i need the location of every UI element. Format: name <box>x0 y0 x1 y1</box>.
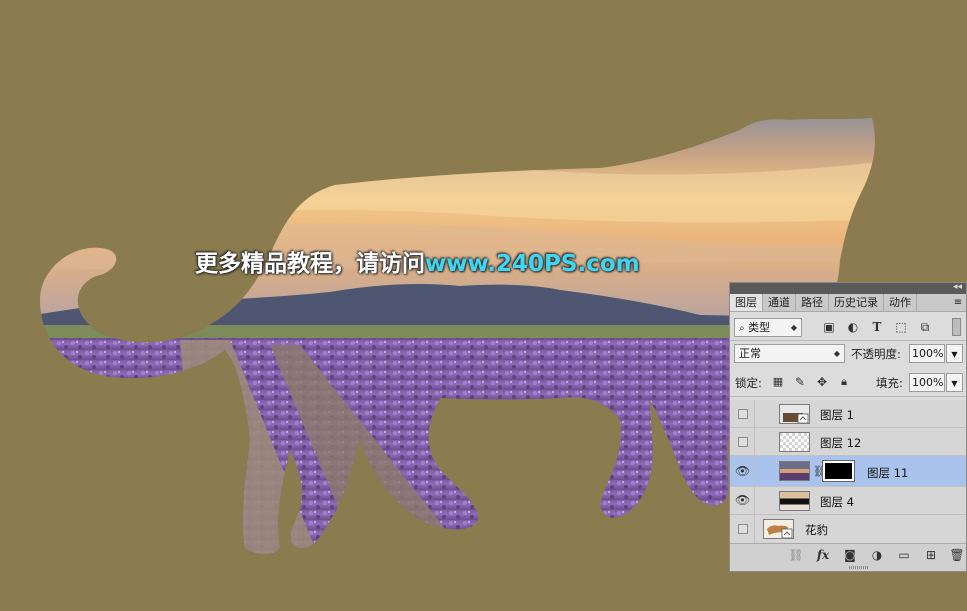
lock-transparent-icon[interactable]: ▦ <box>771 375 785 389</box>
chevron-down-icon: ▼ <box>951 350 958 359</box>
visibility-toggle[interactable] <box>738 409 748 419</box>
fill-label: 填充: <box>876 376 903 390</box>
tab-paths[interactable]: 路径 <box>796 294 829 311</box>
filter-kind-label: 类型 <box>748 321 771 334</box>
filter-row: ⌕ 类型 ◆ ▣ ◐ T ⬚ ⧉ <box>730 314 966 340</box>
layer-row[interactable]: 图层 12 <box>730 428 966 456</box>
opacity-field[interactable]: 100% <box>909 344 945 363</box>
filter-adjustment-icon[interactable]: ◐ <box>846 320 860 334</box>
fill-value: 100% <box>912 376 944 389</box>
layer-list: 图层 1 图层 12 👁︎ ⛓ 图层 11 👁︎ 图层 4 花豹 <box>730 400 966 544</box>
mask-icon[interactable]: ◙ <box>842 548 858 562</box>
group-folder-icon[interactable]: ▭ <box>896 548 912 562</box>
blend-mode-value: 正常 <box>739 347 761 360</box>
opacity-label: 不透明度: <box>851 347 901 361</box>
visibility-toggle[interactable] <box>738 437 748 447</box>
divider <box>754 400 755 427</box>
lock-all-icon[interactable]: 🔒︎ <box>837 375 851 389</box>
layer-name[interactable]: 花豹 <box>805 522 828 538</box>
divider <box>754 487 755 514</box>
watermark-text: 更多精品教程，请访问www.240PS.com <box>195 244 640 278</box>
layer-row[interactable]: 👁︎ 图层 4 <box>730 487 966 515</box>
layer-row[interactable]: 花豹 <box>730 515 966 543</box>
chevron-down-icon: ▼ <box>951 379 958 388</box>
visibility-toggle[interactable] <box>738 524 748 534</box>
panel-menu-icon[interactable]: ≡ <box>950 294 966 311</box>
fill-field[interactable]: 100% <box>909 373 945 392</box>
divider <box>754 456 755 486</box>
panel-bottom-bar: ⛓ fx ◙ ◑ ▭ ⊞ 🗑︎ <box>730 543 966 571</box>
layer-mask-thumbnail[interactable] <box>822 460 855 482</box>
trash-icon[interactable]: 🗑︎ <box>949 548 965 562</box>
layer-thumbnail <box>779 404 810 424</box>
new-layer-icon[interactable]: ⊞ <box>923 548 939 562</box>
filter-kind-select[interactable]: ⌕ 类型 ◆ <box>734 318 802 337</box>
tab-channels[interactable]: 通道 <box>763 294 796 311</box>
adjustment-icon[interactable]: ◑ <box>869 548 885 562</box>
layer-name[interactable]: 图层 11 <box>867 465 908 481</box>
divider <box>730 396 966 397</box>
tab-layers[interactable]: 图层 <box>730 294 763 311</box>
opacity-value: 100% <box>912 347 944 360</box>
eye-icon[interactable]: 👁︎ <box>735 465 750 478</box>
panel-title-bar[interactable]: ◂◂ <box>730 282 966 294</box>
tab-history[interactable]: 历史记录 <box>829 294 884 311</box>
filter-smart-object-icon[interactable]: ⧉ <box>918 320 932 334</box>
layers-panel: ◂◂ 图层 通道 路径 历史记录 动作 ≡ ⌕ 类型 ◆ ▣ ◐ T ⬚ ⧉ 正… <box>729 282 967 572</box>
layer-thumbnail <box>779 432 810 452</box>
layer-row[interactable]: 图层 1 <box>730 400 966 428</box>
layer-name[interactable]: 图层 12 <box>820 435 861 451</box>
filter-type-icon[interactable]: T <box>870 320 884 334</box>
layer-name[interactable]: 图层 4 <box>820 494 854 510</box>
lock-paint-icon[interactable]: ✎ <box>793 375 807 389</box>
opacity-dropdown[interactable]: ▼ <box>946 344 963 363</box>
blend-mode-select[interactable]: 正常 ◆ <box>734 344 845 363</box>
search-icon: ⌕ <box>739 323 745 334</box>
filter-shape-icon[interactable]: ⬚ <box>894 320 908 334</box>
eye-icon[interactable]: 👁︎ <box>735 494 750 507</box>
chevron-updown-icon: ◆ <box>790 323 797 332</box>
fx-icon[interactable]: fx <box>815 548 831 562</box>
watermark-url: www.240PS.com <box>425 251 640 277</box>
watermark-prefix: 更多精品教程，请访问 <box>195 251 425 277</box>
layer-row-selected[interactable]: 👁︎ ⛓ 图层 11 <box>730 456 966 487</box>
collapse-icon[interactable]: ◂◂ <box>953 282 962 292</box>
divider <box>754 428 755 455</box>
panel-tabs: 图层 通道 路径 历史记录 动作 ≡ <box>730 294 966 312</box>
divider <box>730 340 966 341</box>
filter-pixel-icon[interactable]: ▣ <box>822 320 836 334</box>
divider <box>754 515 755 543</box>
resize-grip[interactable] <box>849 566 869 569</box>
layer-thumbnail <box>779 491 810 511</box>
chevron-updown-icon: ◆ <box>833 349 840 358</box>
layer-name[interactable]: 图层 1 <box>820 407 854 423</box>
lock-position-icon[interactable]: ✥ <box>815 375 829 389</box>
tab-actions[interactable]: 动作 <box>884 294 917 311</box>
lock-label: 锁定: <box>735 376 762 390</box>
fill-dropdown[interactable]: ▼ <box>946 373 963 392</box>
layer-thumbnail <box>779 461 810 481</box>
link-icon[interactable]: ⛓ <box>788 548 804 562</box>
filter-toggle[interactable] <box>952 318 961 336</box>
layer-thumbnail <box>763 519 794 539</box>
